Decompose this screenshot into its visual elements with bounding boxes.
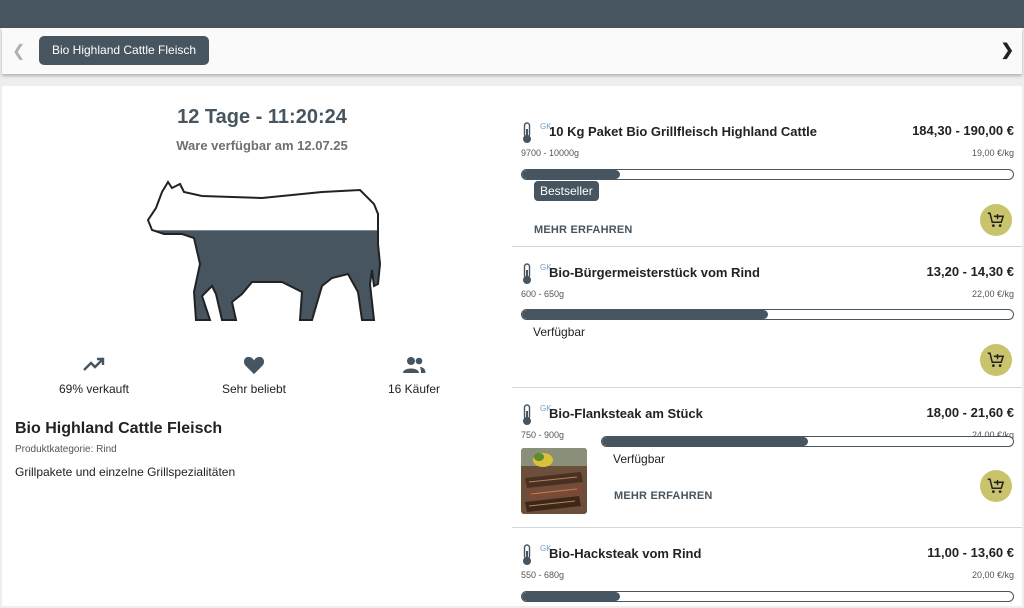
availability-date: Ware verfügbar am 12.07.25 [176, 138, 348, 153]
list-item: GK Bio-Flanksteak am Stück 18,00 - 21,60… [512, 388, 1022, 528]
item-price-per-kg: 20,00 €/kg [971, 570, 1014, 580]
product-category: Produktkategorie: Rind [15, 444, 117, 455]
item-weight: 9700 - 10000g [521, 148, 580, 158]
top-app-bar [0, 0, 1024, 28]
sold-progress-bar [601, 436, 1014, 447]
stat-buyers-label: 16 Käufer [387, 382, 441, 396]
tab-bio-highland-cattle[interactable]: Bio Highland Cattle Fleisch [39, 36, 210, 65]
sold-progress-bar [521, 169, 1014, 180]
stat-popular: Sehr beliebt [174, 354, 334, 396]
item-weight: 600 - 650g [521, 289, 565, 299]
item-name[interactable]: Bio-Flanksteak am Stück [549, 406, 703, 421]
item-price-per-kg: 19,00 €/kg [971, 148, 1014, 158]
availability-status: Verfügbar [613, 452, 666, 466]
add-to-cart-button[interactable] [980, 344, 1012, 376]
item-name[interactable]: Bio-Bürgermeisterstück vom Rind [549, 265, 760, 280]
sold-progress-fill [522, 170, 621, 179]
item-price-per-kg: 22,00 €/kg [971, 289, 1014, 299]
cow-fill-illustration [146, 180, 382, 321]
sold-progress-fill [602, 437, 808, 446]
item-price: 18,00 - 21,60 € [926, 405, 1014, 420]
add-to-cart-icon [987, 212, 1005, 227]
bestseller-badge: Bestseller [534, 181, 599, 201]
product-card: 12 Tage - 11:20:24 Ware verfügbar am 12.… [2, 86, 1022, 606]
chevron-left-icon[interactable]: ❮ [12, 41, 25, 61]
list-item: GK Bio-Bürgermeisterstück vom Rind 13,20… [512, 247, 1022, 388]
stat-buyers: 16 Käufer [334, 354, 494, 396]
countdown-timer: 12 Tage - 11:20:24 [177, 106, 347, 128]
thermometer-icon: GK [520, 263, 552, 285]
stat-sold: 69% verkauft [14, 354, 174, 396]
item-price: 11,00 - 13,60 € [927, 545, 1014, 560]
product-overview: 12 Tage - 11:20:24 Ware verfügbar am 12.… [2, 86, 502, 606]
list-item: GK Bio-Hacksteak vom Rind 11,00 - 13,60 … [512, 528, 1022, 608]
item-price: 13,20 - 14,30 € [926, 264, 1014, 279]
add-to-cart-button[interactable] [980, 470, 1012, 502]
add-to-cart-icon [987, 352, 1005, 367]
sold-progress-fill [522, 592, 621, 601]
stat-popular-label: Sehr beliebt [221, 382, 287, 396]
people-icon [334, 354, 494, 376]
heart-icon [174, 354, 334, 376]
item-weight: 750 - 900g [521, 430, 565, 440]
product-thumbnail[interactable] [521, 448, 587, 514]
sold-progress-bar [521, 591, 1014, 602]
category-tab-bar: ❮ Bio Highland Cattle Fleisch ❯ [2, 28, 1022, 74]
thermometer-icon: GK [520, 544, 552, 566]
thermometer-icon: GK [520, 122, 552, 144]
sold-progress-bar [521, 309, 1014, 320]
add-to-cart-icon [987, 478, 1005, 493]
product-title: Bio Highland Cattle Fleisch [15, 420, 223, 437]
more-info-link[interactable]: MEHR ERFAHREN [614, 490, 713, 502]
product-description: Grillpakete und einzelne Grillspezialitä… [15, 465, 236, 479]
stat-sold-label: 69% verkauft [58, 382, 130, 396]
chevron-right-icon[interactable]: ❯ [1001, 40, 1014, 60]
item-price: 184,30 - 190,00 € [912, 123, 1014, 138]
list-item: GK 10 Kg Paket Bio Grillfleisch Highland… [512, 86, 1022, 247]
product-list: GK 10 Kg Paket Bio Grillfleisch Highland… [512, 86, 1022, 606]
item-name[interactable]: 10 Kg Paket Bio Grillfleisch Highland Ca… [549, 124, 817, 139]
more-info-link[interactable]: MEHR ERFAHREN [534, 224, 633, 236]
availability-status: Verfügbar [533, 325, 586, 339]
thermometer-icon: GK [520, 404, 552, 426]
item-name[interactable]: Bio-Hacksteak vom Rind [549, 546, 701, 561]
sold-progress-fill [522, 310, 768, 319]
item-weight: 550 - 680g [521, 570, 565, 580]
trending-up-icon [14, 354, 174, 376]
add-to-cart-button[interactable] [980, 204, 1012, 236]
